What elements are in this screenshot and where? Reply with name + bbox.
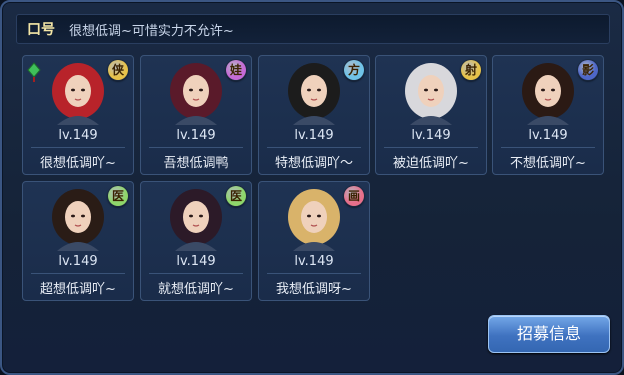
slogan-bar: 口号 很想低调~可惜实力不允许~ bbox=[16, 14, 610, 44]
class-badge-icon: 影 bbox=[578, 60, 598, 80]
card-divider bbox=[267, 147, 361, 148]
class-badge-icon: 侠 bbox=[108, 60, 128, 80]
member-level: lv.149 bbox=[528, 128, 568, 143]
member-level: lv.149 bbox=[176, 254, 216, 269]
class-badge-icon: 方 bbox=[344, 60, 364, 80]
character-portrait bbox=[283, 61, 345, 125]
member-level: lv.149 bbox=[58, 254, 98, 269]
member-card[interactable]: 影 lv.149 不想低调吖~ bbox=[492, 55, 604, 175]
class-badge-icon: 医 bbox=[108, 186, 128, 206]
character-portrait bbox=[283, 187, 345, 251]
member-card[interactable]: 射 lv.149 被迫低调吖~ bbox=[375, 55, 487, 175]
character-portrait bbox=[47, 187, 109, 251]
class-badge-icon: 射 bbox=[461, 60, 481, 80]
character-portrait bbox=[47, 61, 109, 125]
class-badge-icon: 画 bbox=[344, 186, 364, 206]
card-divider bbox=[31, 147, 125, 148]
member-level: lv.149 bbox=[58, 128, 98, 143]
leader-leaf-icon bbox=[27, 62, 41, 82]
character-portrait bbox=[165, 187, 227, 251]
card-divider bbox=[267, 273, 361, 274]
class-badge-icon: 医 bbox=[226, 186, 246, 206]
member-card[interactable]: 侠 lv.149 很想低调吖~ bbox=[22, 55, 134, 175]
member-name: 不想低调吖~ bbox=[510, 156, 586, 171]
character-portrait bbox=[165, 61, 227, 125]
team-panel: 口号 很想低调~可惜实力不允许~ 侠 lv.149 很想低调吖~ 娃 lv.149 吾想低… bbox=[0, 0, 624, 375]
slogan-label: 口号 bbox=[27, 22, 55, 38]
member-card[interactable]: 医 lv.149 超想低调吖~ bbox=[22, 181, 134, 301]
member-level: lv.149 bbox=[294, 128, 334, 143]
slogan-text: 很想低调~可惜实力不允许~ bbox=[69, 24, 234, 39]
member-level: lv.149 bbox=[294, 254, 334, 269]
card-divider bbox=[384, 147, 478, 148]
member-name: 被迫低调吖~ bbox=[393, 156, 469, 171]
character-portrait bbox=[517, 61, 579, 125]
member-name: 吾想低调鸭 bbox=[163, 156, 229, 171]
member-name: 我想低调呀~ bbox=[276, 282, 352, 297]
member-card[interactable]: 医 lv.149 就想低调吖~ bbox=[140, 181, 252, 301]
member-name: 超想低调吖~ bbox=[40, 282, 116, 297]
card-divider bbox=[501, 147, 595, 148]
member-level: lv.149 bbox=[176, 128, 216, 143]
member-name: 就想低调吖~ bbox=[158, 282, 234, 297]
member-name: 很想低调吖~ bbox=[40, 156, 116, 171]
card-divider bbox=[149, 273, 243, 274]
card-divider bbox=[31, 273, 125, 274]
character-portrait bbox=[400, 61, 462, 125]
card-divider bbox=[149, 147, 243, 148]
member-card[interactable]: 画 lv.149 我想低调呀~ bbox=[258, 181, 370, 301]
member-card[interactable]: 娃 lv.149 吾想低调鸭 bbox=[140, 55, 252, 175]
member-name: 特想低调吖～ bbox=[274, 156, 353, 171]
class-badge-icon: 娃 bbox=[226, 60, 246, 80]
recruit-info-button[interactable]: 招募信息 bbox=[488, 315, 610, 353]
member-level: lv.149 bbox=[411, 128, 451, 143]
member-card[interactable]: 方 lv.149 特想低调吖～ bbox=[258, 55, 370, 175]
